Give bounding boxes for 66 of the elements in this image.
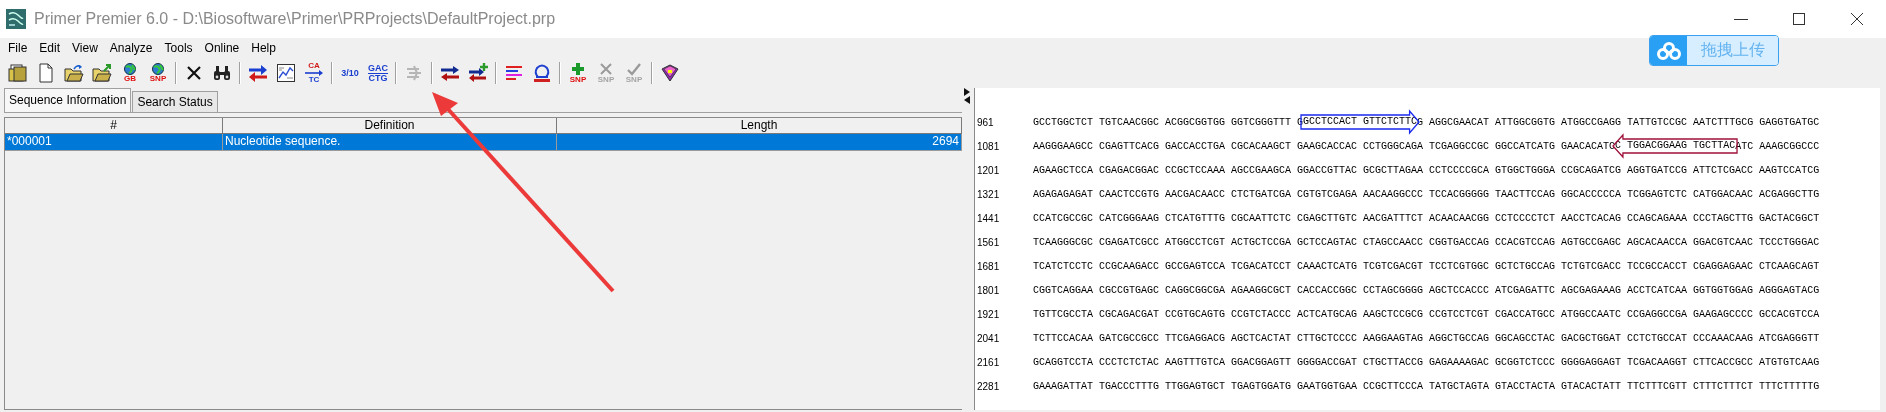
primer-arrows-icon [440, 63, 460, 83]
snp-add-button[interactable]: SNP [566, 60, 590, 86]
sequence-text: CCATCGCCGC CATCGGGAAG CTCATGTTTG CGCAATTCTC CGAGCTTGTC AACGATTTCT ACAACAACGG CCTCCCCTCT AACCTCACAG CCAGCAGAAA CCCTAGCTTG GACTACGGCT [1033, 212, 1820, 224]
checkmark-icon [627, 62, 641, 76]
database-button[interactable]: SNP [146, 60, 170, 86]
sequence-text: AGAGAGAGAT CAACTCCGTG AACGACAACC CTCTGATCGA CGTGTCGAGA AACAAGGCCC TCCACGGGGG TAACTTCCAG GGCACCCCCA TCGGAGTCTC CATGGACAAC ACGAGGCTTG [1033, 188, 1820, 200]
menu-item[interactable]: Tools [158, 41, 199, 55]
position-number: 1081 [977, 140, 1001, 152]
position-number: 1561 [977, 236, 1001, 248]
sequence-text: TCATCTCCTC CCGCAAGACC GCCGAGTCCA TCGACATCCT CAAACTCATG TCGTCGACGT TCCTCGTGGC GCTCTGCCAG TCTGTCGACC TCCGCCACCT CGAGGAGAAC CTCAAGCAGT [1033, 260, 1820, 272]
close-icon [599, 62, 613, 76]
align-button[interactable]: CA TC [302, 60, 326, 86]
tab[interactable]: Sequence Information [4, 88, 132, 112]
sequence-text: CGGTCAGGAA CGCCGTGAGC CAGGCGGCGA AGAAGGCGCT CACCACCGGC CCTAGCGGGG AGCTCCACCC ATCGAGATTC AGCGAGAAAG ACCTCATCAA GGTGGTGGAG AGGGAGTACG [1033, 284, 1820, 296]
position-number: 1321 [977, 188, 1001, 200]
folder-pages-icon [8, 63, 28, 83]
globe-icon [123, 63, 137, 75]
collapse-arrows-icon [964, 88, 972, 104]
table-row[interactable]: *000001 Nucleotide sequence. 2694 [5, 134, 962, 151]
primer-arrows-plus-icon [468, 63, 488, 83]
cloud-icon [1656, 40, 1681, 61]
double-arrows-icon [248, 63, 268, 83]
sequence-text: TGTTCGCCTA CGCAGACGAT CCGTGCAGTG CCGTCTACCC ACTCATGCAG AAGCTCCGCG CCGTCCTCGT CGACCATGCC ATGGCCAATC CCGAGGCCGA GAAGAGCCCC GCCACGTCCA [1033, 308, 1820, 320]
minimize-icon [1734, 18, 1748, 20]
binoculars-icon [212, 63, 232, 83]
menu-item[interactable]: Edit [33, 41, 67, 55]
database-button[interactable]: GB [118, 60, 142, 86]
position-number: 1441 [977, 212, 1001, 224]
menu-item[interactable]: View [66, 41, 104, 55]
position-number: 1801 [977, 284, 1001, 296]
sequence-text: AGAAGCTCCA CGAGACGGAC CCGCTCCAAA AGCCGAAGCA GGACCGTTAC GCGCTTAGAA CCTCCCCGCA GTGGCTGGGA CCGCAGATCG AGGTGATCCG ATTCTCGACC AAGTCCATCG [1033, 164, 1820, 176]
sequence-text: GAAAGATTAT TGACCCTTTG TTGGAGTGCT TGAGTGGATG GAATGGTGAA CCGCTTCCCA TATGCTAGTA GTACCTACTA GTACACTATT TTCTTTCGTT CTTTCTTTCT TTTCTTTTTG [1033, 380, 1820, 392]
position-number: 2161 [977, 356, 1001, 368]
align-arrow-icon [304, 70, 324, 76]
tab[interactable]: Search Status [132, 91, 218, 112]
open-folder-icon [64, 63, 84, 83]
menu-item[interactable]: Analyze [103, 41, 159, 55]
app-logo-icon [6, 9, 26, 29]
position-number: 2281 [977, 380, 1001, 392]
table-cell: Nucleotide sequence. [223, 134, 557, 150]
column-header[interactable]: # [5, 118, 223, 133]
arrows-icon [404, 63, 424, 83]
window-title: Primer Premier 6.0 - D:\Biosoftware\Primer\PRProjects\DefaultProject.prp [34, 10, 557, 28]
column-header[interactable]: Definition [223, 118, 557, 133]
position-number: 1681 [977, 260, 1001, 272]
colored-lines-icon [504, 63, 524, 83]
folder-arrow-icon [92, 63, 112, 83]
sequence-text: TCTTCCACAA GATCGCCGCC TTCGAGGACG AGCTCACTAT CTTGCTCCCC AAGGAAGTAG AGGCTGCCAG GGCAGCCTAC GACGCTGGAT CCTCTGCCAT CCCAAACAAG ATCGAGGGTT [1033, 332, 1820, 344]
menu-item[interactable]: Help [245, 41, 282, 55]
position-number: 1201 [977, 164, 1001, 176]
maximize-icon [1792, 12, 1806, 26]
chart-icon [276, 63, 296, 83]
menu-item[interactable]: File [2, 41, 34, 55]
sequence-text: TCAAGGGCGC CGAGATCGCC ATGGCCTCGT ACTGCTCCGA GCTCCAGTAC CTAGCCAACC CGGTGACCAG CCACGTCCAG AGTGCCGAGC AGCACAACCA GGACGTCAAC TCCCTGGGAC [1033, 236, 1820, 248]
blank-page-icon [36, 63, 56, 83]
table-cell: *000001 [5, 134, 223, 150]
position-number: 961 [977, 116, 995, 128]
menu-item[interactable]: Online [198, 41, 246, 55]
plus-icon [571, 62, 585, 76]
position-number: 2041 [977, 332, 1001, 344]
close-icon [1850, 12, 1864, 26]
position-number: 1921 [977, 308, 1001, 320]
globe-icon [151, 63, 165, 75]
analysis-button[interactable]: GAC CTG [366, 60, 390, 86]
sequence-text: GCAGGTCCTA CCCTCTCTAC AAGTTTGTCA GGACGGAGTT GGGGACCGAT CTGCTTACCG GAGAAAAGAC GCGGTCTCCC GGGGAGGAGT TCGACAAGGT CTTCACCGCC ATGTGTCAAG [1033, 356, 1820, 368]
analysis-button[interactable]: 3/10 [338, 60, 362, 86]
